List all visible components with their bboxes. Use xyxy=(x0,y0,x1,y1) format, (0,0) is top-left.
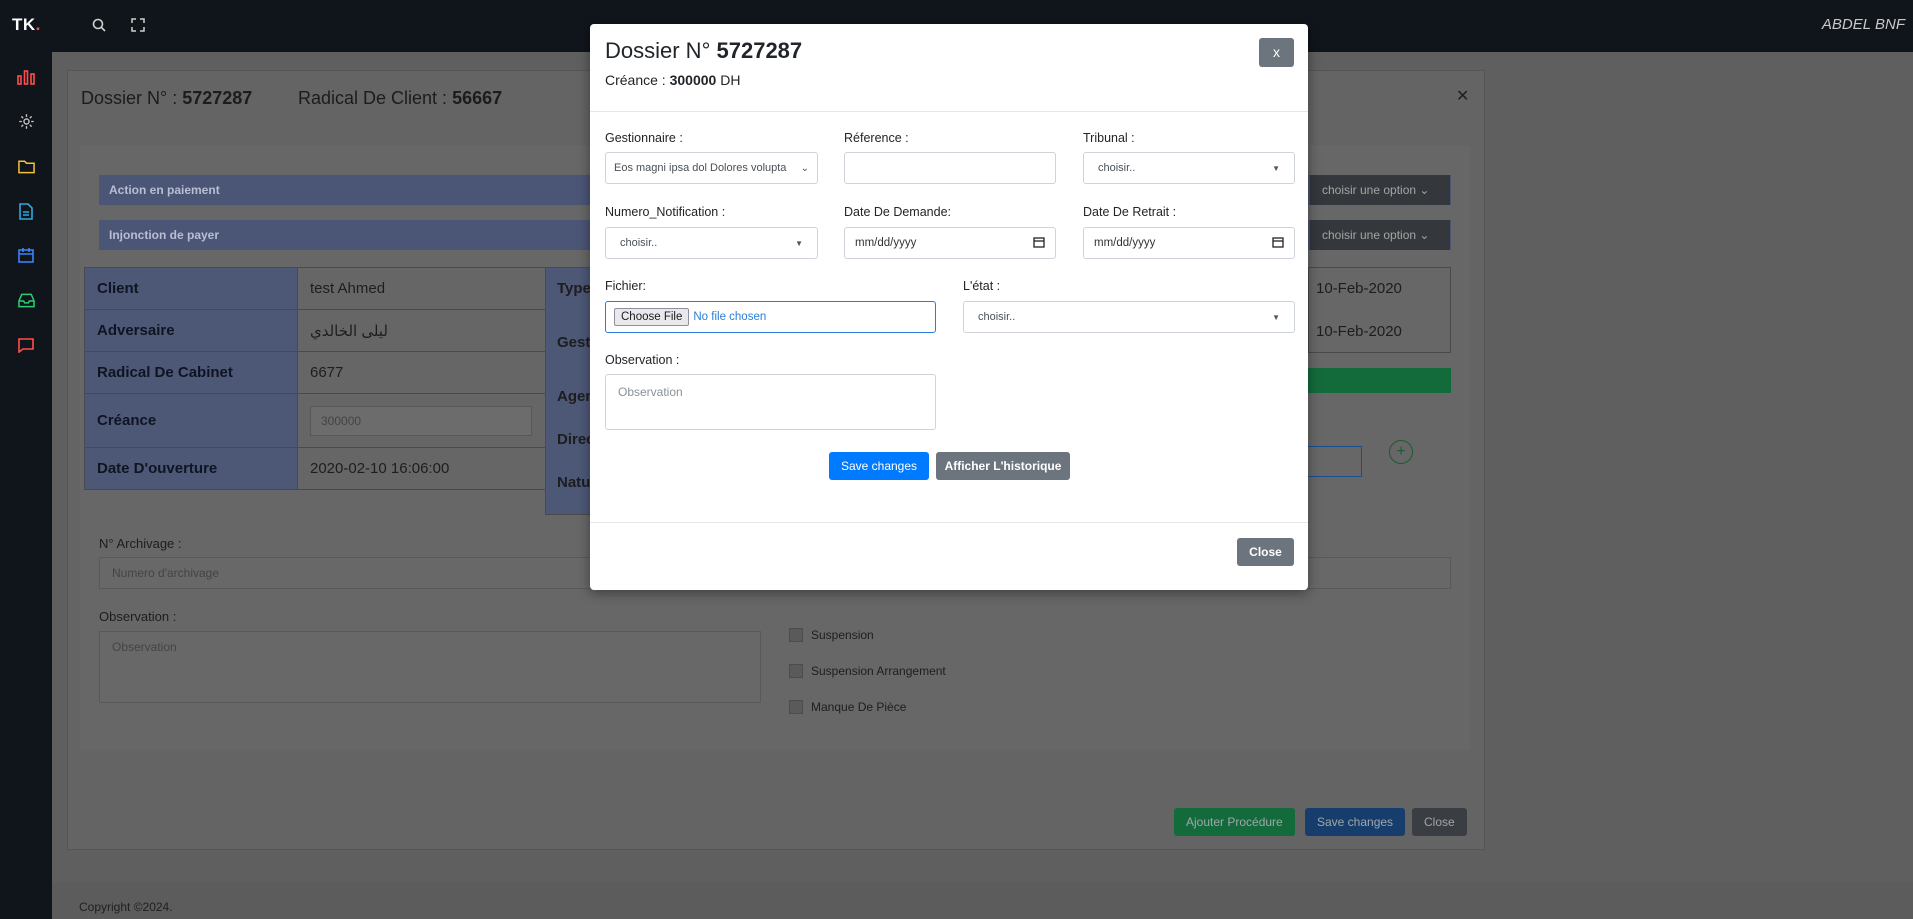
creance-input[interactable]: 300000 xyxy=(310,405,532,436)
date-demande-input[interactable]: mm/dd/yyyy xyxy=(844,227,1056,259)
caret-down-icon: ▼ xyxy=(1272,312,1280,322)
calendar-icon[interactable] xyxy=(1033,236,1045,251)
choose-file-button[interactable]: Choose File xyxy=(614,308,690,326)
caret-down-icon: ▼ xyxy=(795,238,803,248)
bg-save-changes-button[interactable]: Save changes xyxy=(1305,808,1406,836)
bg-add-circle-icon[interactable]: + xyxy=(1389,440,1413,464)
chat-icon[interactable] xyxy=(15,334,37,356)
modal-creance: Créance : 300000 DH xyxy=(605,72,741,88)
date-retrait-label: Date De Retrait : xyxy=(1083,205,1177,219)
table-cell: 2020-02-10 16:06:00 xyxy=(297,447,548,490)
modal-close-x-button[interactable]: x xyxy=(1259,38,1294,67)
table-cell: Date D'ouverture xyxy=(84,447,298,490)
bg-info-table: Client test Ahmed Adversaire ليلى الخالدي … xyxy=(84,267,548,490)
observation-label: Observation : xyxy=(605,353,680,367)
notification-label: Numero_Notification : xyxy=(605,205,726,219)
table-cell: 6677 xyxy=(297,351,548,394)
bg-right-label: Agen xyxy=(557,388,595,405)
suspension-checkbox[interactable]: Suspension xyxy=(789,628,874,642)
brand-logo[interactable]: TK. xyxy=(12,15,41,35)
notification-select[interactable]: choisir.. ▼ xyxy=(605,227,818,259)
bg-green-bar xyxy=(1308,368,1451,393)
date-retrait-input[interactable]: mm/dd/yyyy xyxy=(1083,227,1295,259)
notification-value: choisir.. xyxy=(620,237,658,249)
table-row: Adversaire ليلى الخالدي xyxy=(84,309,548,352)
folder-icon[interactable] xyxy=(15,155,37,177)
table-cell: 300000 xyxy=(297,393,548,448)
manque-piece-checkbox[interactable]: Manque De Pièce xyxy=(789,700,906,714)
gestionnaire-label: Gestionnaire : xyxy=(605,131,683,145)
gestionnaire-select[interactable]: Eos magni ipsa dol Dolores volupta ⌄ xyxy=(605,152,818,184)
table-cell: Créance xyxy=(84,393,298,448)
date-demande-label: Date De Demande: xyxy=(844,205,952,219)
show-history-button[interactable]: Afficher L'historique xyxy=(936,452,1070,480)
gear-icon[interactable] xyxy=(15,110,37,132)
sidebar xyxy=(0,52,52,919)
search-icon[interactable] xyxy=(88,14,110,36)
table-cell: ليلى الخالدي xyxy=(297,309,548,352)
modal-header: Dossier N° 5727287 Créance : 300000 DH x xyxy=(590,24,1308,112)
no-file-text: No file chosen xyxy=(693,311,767,323)
suspension-arrangement-checkbox[interactable]: Suspension Arrangement xyxy=(789,664,946,678)
bg-option-dropdown-1[interactable]: choisir une option ⌄ xyxy=(1310,175,1450,205)
bg-right-label: Gesti xyxy=(557,334,595,351)
etat-value: choisir.. xyxy=(978,311,1016,323)
tribunal-select[interactable]: choisir.. ▼ xyxy=(1083,152,1295,184)
chevron-down-icon: ⌄ xyxy=(800,162,809,174)
date-retrait-value: mm/dd/yyyy xyxy=(1094,237,1156,249)
table-cell: Client xyxy=(84,267,298,310)
table-row: Date D'ouverture 2020-02-10 16:06:00 xyxy=(84,447,548,490)
user-name[interactable]: ABDEL BNF xyxy=(1822,16,1905,33)
bg-close-button[interactable]: Close xyxy=(1412,808,1467,836)
copyright: Copyright ©2024. xyxy=(79,900,173,914)
bg-input-fragment xyxy=(1308,446,1362,477)
file-input[interactable]: Choose File No file chosen xyxy=(605,301,936,333)
tribunal-label: Tribunal : xyxy=(1083,131,1135,145)
inbox-icon[interactable] xyxy=(15,289,37,311)
bg-right-label: Direc xyxy=(557,431,595,448)
modal-title: Dossier N° 5727287 xyxy=(605,38,803,63)
tribunal-value: choisir.. xyxy=(1098,162,1136,174)
footer: Copyright ©2024. xyxy=(52,882,1913,919)
close-button[interactable]: Close xyxy=(1237,538,1294,566)
table-row: Créance 300000 xyxy=(84,393,548,448)
bar-chart-icon[interactable] xyxy=(15,66,37,88)
bg-right-label: Natu xyxy=(557,474,591,491)
bg-date-value: 10-Feb-2020 xyxy=(1316,280,1402,297)
reference-input[interactable] xyxy=(844,152,1056,184)
gestionnaire-value: Eos magni ipsa dol Dolores volupta xyxy=(614,162,787,174)
bg-observation-label: Observation : xyxy=(99,609,177,624)
bg-close-icon[interactable]: ✕ xyxy=(1456,86,1469,106)
table-cell: test Ahmed xyxy=(297,267,548,310)
bg-date-value: 10-Feb-2020 xyxy=(1316,323,1402,340)
observation-textarea[interactable]: Observation xyxy=(605,374,936,430)
date-demande-value: mm/dd/yyyy xyxy=(855,237,917,249)
fichier-label: Fichier: xyxy=(605,279,646,293)
calendar-icon[interactable] xyxy=(15,244,37,266)
bg-option-dropdown-2[interactable]: choisir une option ⌄ xyxy=(1310,220,1450,250)
etat-select[interactable]: choisir.. ▼ xyxy=(963,301,1295,333)
fullscreen-icon[interactable] xyxy=(127,14,149,36)
etat-label: L'état : xyxy=(963,279,1001,293)
table-row: Client test Ahmed xyxy=(84,267,548,310)
file-icon[interactable] xyxy=(15,200,37,222)
table-cell: Radical De Cabinet xyxy=(84,351,298,394)
bg-observation-textarea[interactable]: Observation xyxy=(99,631,761,703)
bg-dossier-title: Dossier N° : 5727287 xyxy=(81,88,253,108)
bg-radical-title: Radical De Client : 56667 xyxy=(298,88,503,108)
calendar-icon[interactable] xyxy=(1272,236,1284,251)
bg-archivage-label: N° Archivage : xyxy=(99,536,182,551)
table-row: Radical De Cabinet 6677 xyxy=(84,351,548,394)
bg-ajouter-procedure-button[interactable]: Ajouter Procédure xyxy=(1174,808,1295,836)
reference-label: Réference : xyxy=(844,131,909,145)
save-changes-button[interactable]: Save changes xyxy=(829,452,929,480)
dossier-modal: Dossier N° 5727287 Créance : 300000 DH x… xyxy=(590,24,1308,590)
bg-right-label: Type xyxy=(557,280,591,297)
caret-down-icon: ▼ xyxy=(1272,163,1280,173)
table-cell: Adversaire xyxy=(84,309,298,352)
modal-footer: Close xyxy=(590,522,1308,590)
